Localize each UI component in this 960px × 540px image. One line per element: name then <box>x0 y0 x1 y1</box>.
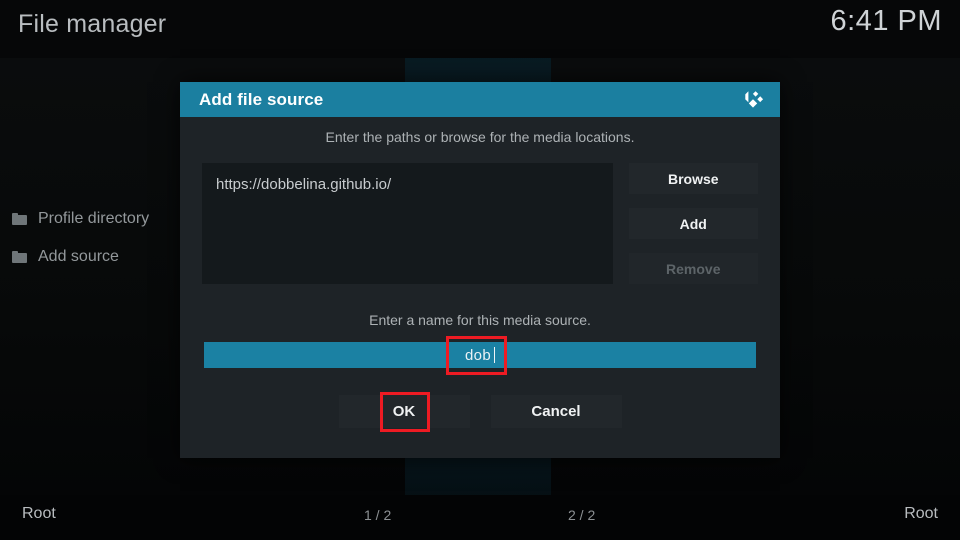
path-list-item[interactable]: https://dobbelina.github.io/ <box>216 176 599 193</box>
source-name-input[interactable]: dob <box>204 342 756 368</box>
clock: 6:41 PM <box>830 5 942 37</box>
dialog-footer-buttons: OK Cancel <box>180 395 780 428</box>
path-row: https://dobbelina.github.io/ Browse Add … <box>202 163 758 284</box>
page-title: File manager <box>18 10 167 38</box>
dialog-title: Add file source <box>199 89 324 109</box>
sidebar-item-add-source[interactable]: Add source <box>0 238 200 276</box>
sidebar-item-label: Add source <box>38 248 119 265</box>
add-button[interactable]: Add <box>628 208 758 239</box>
folder-icon <box>12 213 27 225</box>
sidebar: Profile directory Add source <box>0 200 200 276</box>
status-left-count: 1 / 2 <box>364 507 392 523</box>
kodi-screen: File manager 6:41 PM Profile directory A… <box>0 0 960 540</box>
path-list[interactable]: https://dobbelina.github.io/ <box>202 163 613 284</box>
name-hint: Enter a name for this media source. <box>369 312 591 328</box>
ok-button[interactable]: OK <box>338 395 470 428</box>
sidebar-item-profile-directory[interactable]: Profile directory <box>0 200 200 238</box>
remove-button: Remove <box>628 253 758 284</box>
kodi-logo-icon <box>738 85 768 115</box>
browse-button[interactable]: Browse <box>628 163 758 194</box>
cancel-button[interactable]: Cancel <box>490 395 622 428</box>
paths-hint: Enter the paths or browse for the media … <box>325 129 635 145</box>
dialog-title-bar: Add file source <box>180 82 780 117</box>
text-caret <box>493 347 495 363</box>
status-right-root: Root <box>904 505 938 522</box>
source-name-value: dob <box>465 346 491 364</box>
status-right-count: 2 / 2 <box>568 507 596 523</box>
status-bar: Root 1 / 2 2 / 2 Root <box>0 495 960 540</box>
path-action-buttons: Browse Add Remove <box>628 163 758 284</box>
add-file-source-dialog: Add file source Enter the paths or brows… <box>180 82 780 458</box>
status-left-root: Root <box>22 505 56 522</box>
folder-icon <box>12 251 27 263</box>
sidebar-item-label: Profile directory <box>38 210 150 227</box>
